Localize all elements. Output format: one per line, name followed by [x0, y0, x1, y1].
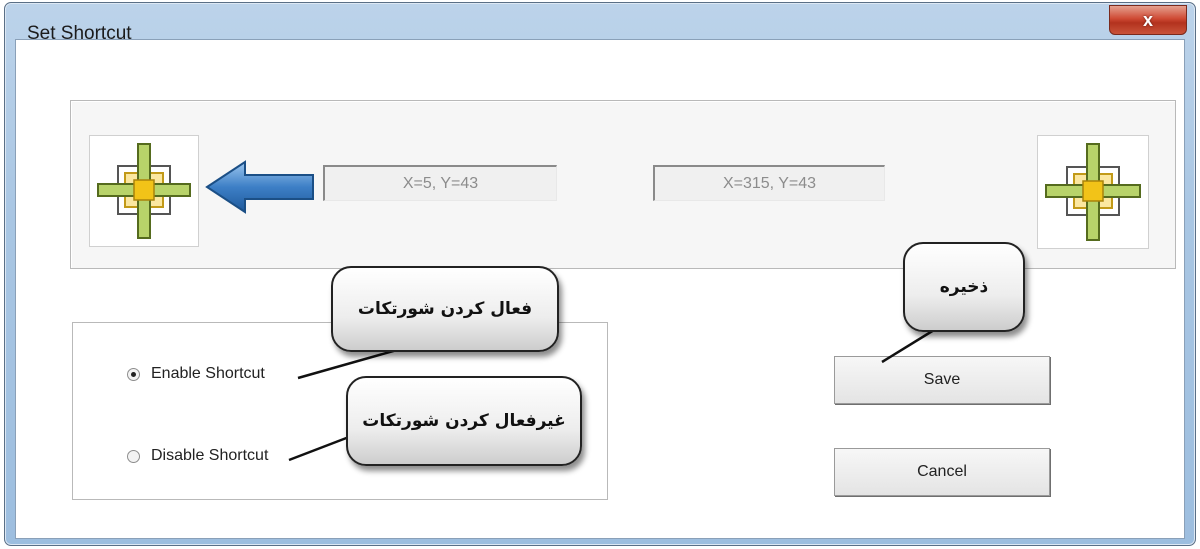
disable-callout: غیرفعال کردن شورتکات: [346, 376, 582, 466]
enable-callout: فعال کردن شورتکات: [331, 266, 559, 352]
save-callout: ذخیره: [903, 242, 1025, 332]
